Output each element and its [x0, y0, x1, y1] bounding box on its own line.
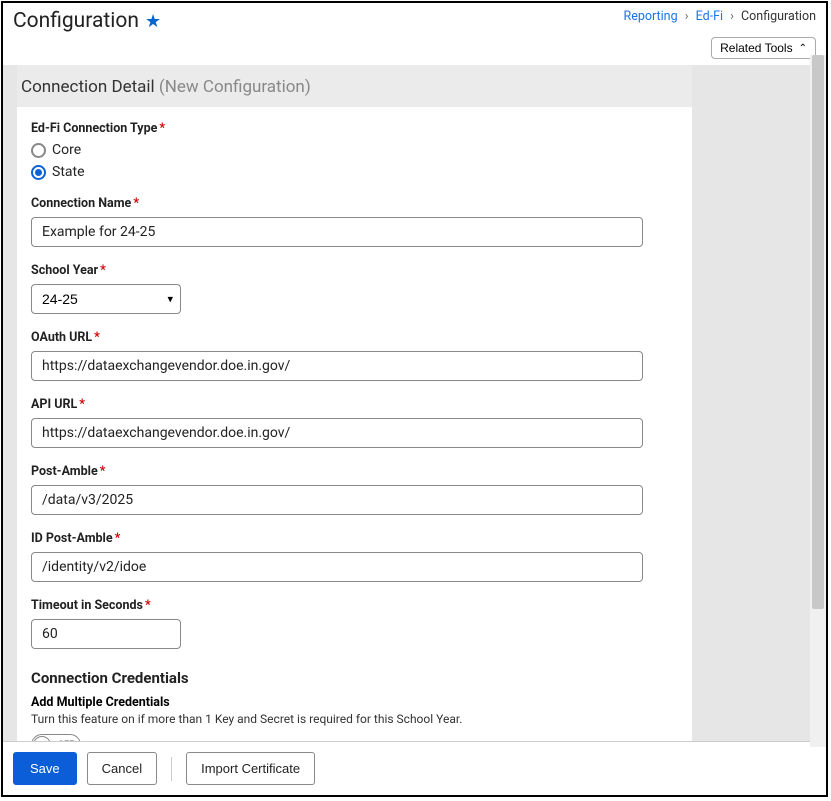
oauth-url-input[interactable] — [31, 351, 643, 381]
oauth-url-label: OAuth URL* — [31, 330, 678, 345]
id-post-amble-label: ID Post-Amble* — [31, 531, 678, 546]
section-subtitle: (New Configuration) — [159, 77, 311, 97]
section-header: Connection Detail (New Configuration) — [17, 65, 692, 107]
breadcrumb-edfi[interactable]: Ed-Fi — [696, 9, 723, 24]
related-tools-label: Related Tools — [720, 41, 793, 55]
id-post-amble-label-text: ID Post-Amble — [31, 531, 113, 546]
section-title: Connection Detail — [21, 77, 155, 97]
related-tools-button[interactable]: Related Tools ⌃ — [711, 37, 816, 59]
toggle-knob-icon — [33, 736, 51, 741]
required-icon: * — [159, 121, 165, 136]
connection-type-label: Ed-Fi Connection Type* — [31, 121, 678, 136]
api-url-label-text: API URL — [31, 397, 77, 412]
radio-core-label: Core — [52, 142, 81, 158]
credentials-section-title: Connection Credentials — [31, 669, 678, 687]
school-year-label: School Year* — [31, 263, 678, 278]
timeout-label-text: Timeout in Seconds — [31, 598, 143, 613]
breadcrumb-sep-icon: › — [730, 9, 734, 24]
footer-action-bar: Save Cancel Import Certificate — [3, 741, 826, 795]
chevron-up-icon: ⌃ — [799, 43, 807, 54]
breadcrumb-current: Configuration — [741, 9, 816, 24]
add-multi-creds-label: Add Multiple Credentials — [31, 695, 678, 710]
save-button[interactable]: Save — [13, 752, 77, 785]
add-multi-creds-help: Turn this feature on if more than 1 Key … — [31, 712, 678, 726]
required-icon: * — [79, 397, 85, 412]
cancel-button[interactable]: Cancel — [87, 752, 157, 785]
page-title-text: Configuration — [13, 9, 139, 33]
form-panel: Ed-Fi Connection Type* Core State Connec… — [17, 107, 692, 741]
connection-name-label-text: Connection Name — [31, 196, 131, 211]
required-icon: * — [133, 196, 139, 211]
add-multi-creds-toggle[interactable]: OFF — [31, 734, 81, 741]
radio-core[interactable] — [31, 143, 46, 158]
divider-icon — [171, 757, 172, 781]
radio-state[interactable] — [31, 165, 46, 180]
breadcrumb-reporting[interactable]: Reporting — [624, 9, 678, 24]
import-certificate-button[interactable]: Import Certificate — [186, 752, 315, 785]
api-url-input[interactable] — [31, 418, 643, 448]
radio-state-label: State — [52, 164, 85, 180]
post-amble-label-text: Post-Amble — [31, 464, 98, 479]
api-url-label: API URL* — [31, 397, 678, 412]
breadcrumb-sep-icon: › — [685, 9, 689, 24]
oauth-url-label-text: OAuth URL — [31, 330, 92, 345]
breadcrumb: Reporting › Ed-Fi › Configuration — [624, 9, 816, 24]
connection-name-input[interactable] — [31, 217, 643, 247]
toggle-state-text: OFF — [58, 740, 74, 741]
required-icon: * — [115, 531, 121, 546]
timeout-label: Timeout in Seconds* — [31, 598, 678, 613]
post-amble-label: Post-Amble* — [31, 464, 678, 479]
required-icon: * — [100, 263, 106, 278]
connection-type-label-text: Ed-Fi Connection Type — [31, 121, 157, 136]
required-icon: * — [94, 330, 100, 345]
id-post-amble-input[interactable] — [31, 552, 643, 582]
page-title: Configuration ★ — [13, 9, 161, 33]
required-icon: * — [145, 598, 151, 613]
school-year-label-text: School Year — [31, 263, 98, 278]
required-icon: * — [100, 464, 106, 479]
favorite-star-icon[interactable]: ★ — [145, 11, 161, 32]
vertical-scrollbar[interactable] — [810, 55, 826, 747]
scroll-thumb[interactable] — [812, 55, 824, 609]
connection-name-label: Connection Name* — [31, 196, 678, 211]
timeout-input[interactable] — [31, 619, 181, 649]
post-amble-input[interactable] — [31, 485, 643, 515]
school-year-select[interactable] — [31, 284, 181, 314]
